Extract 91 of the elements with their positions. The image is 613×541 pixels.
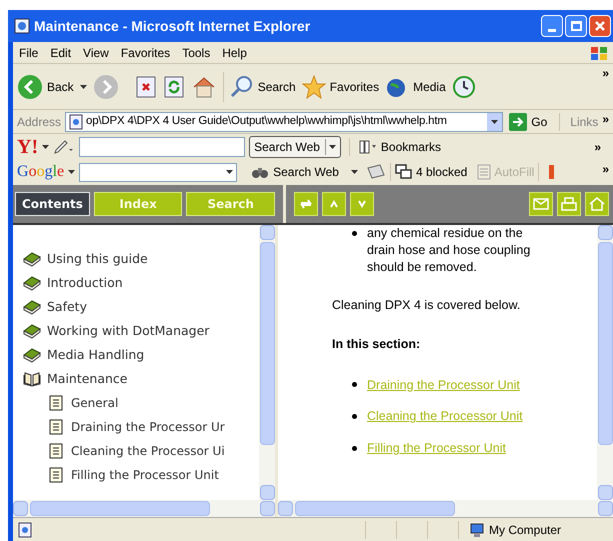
minimize-button[interactable] <box>541 15 563 37</box>
section-heading: In this section: <box>332 336 422 353</box>
caret-icon[interactable] <box>68 170 76 174</box>
book-icon <box>23 347 41 363</box>
toc-item[interactable]: Using this guide <box>47 250 148 268</box>
refresh-icon[interactable] <box>162 74 185 98</box>
book-icon <box>23 275 41 291</box>
more-chevron[interactable]: » <box>602 110 609 128</box>
menu-item[interactable]: Favorites <box>114 44 176 62</box>
bullet-icon <box>352 414 357 420</box>
toc-item[interactable]: Draining the Processor Ur <box>71 418 225 436</box>
window-title: Maintenance - Microsoft Internet Explorer <box>34 16 310 36</box>
search-web-button[interactable]: Search Web <box>251 163 358 181</box>
menu-item[interactable]: Tools <box>176 44 216 62</box>
page-icon <box>49 443 63 459</box>
down-chevron-icon <box>357 200 367 208</box>
book-icon <box>23 323 41 339</box>
horizontal-scrollbar[interactable] <box>13 500 275 517</box>
envelope-icon <box>533 198 549 210</box>
windows-icon <box>394 164 413 180</box>
bullet-icon <box>352 382 357 388</box>
yahoo-logo[interactable]: Y! <box>17 137 38 157</box>
menu-item[interactable]: File <box>13 44 44 62</box>
books-icon <box>358 139 378 155</box>
form-icon <box>477 164 492 180</box>
horizontal-scrollbar[interactable] <box>278 500 613 517</box>
zone-label: My Computer <box>489 522 562 538</box>
back-button[interactable]: Back <box>17 74 87 100</box>
caret-icon[interactable] <box>226 170 234 174</box>
menu-item[interactable]: View <box>77 44 115 62</box>
vertical-scrollbar[interactable] <box>597 225 613 500</box>
search-field[interactable] <box>79 137 246 157</box>
bookmarks-button[interactable]: Bookmarks <box>358 138 441 156</box>
toc-item[interactable]: Maintenance <box>47 370 128 388</box>
bullet-icon <box>352 446 357 451</box>
search-field[interactable] <box>79 162 238 182</box>
media-button[interactable]: Media <box>385 74 446 98</box>
menu-item[interactable]: Help <box>216 44 253 62</box>
search-button[interactable]: Search <box>230 74 296 98</box>
caret-icon[interactable] <box>80 84 87 88</box>
search-icon <box>230 74 254 98</box>
binoculars-icon <box>251 165 270 179</box>
computer-icon <box>469 522 485 538</box>
book-icon <box>23 251 41 267</box>
home-icon <box>589 197 605 211</box>
more-chevron[interactable]: » <box>602 160 609 178</box>
up-chevron-icon <box>329 200 339 208</box>
vertical-scrollbar[interactable] <box>259 225 275 500</box>
printer-icon <box>561 197 577 211</box>
bullet-icon <box>352 231 357 236</box>
favorites-button[interactable]: Favorites <box>302 74 380 98</box>
book-icon <box>23 299 41 315</box>
toc-item[interactable]: Filling the Processor Unit <box>71 466 219 484</box>
search-web-button[interactable]: Search Web <box>249 136 341 158</box>
toc-item[interactable]: Cleaning the Processor Ui <box>71 442 225 460</box>
dropdown-button[interactable] <box>487 112 502 130</box>
address-field[interactable]: op\DPX 4\DPX 4 User Guide\Output\wwhelp\wwhimpl\js\html\wwhelp.htm <box>65 112 504 132</box>
page-icon <box>17 522 33 538</box>
close-button[interactable] <box>589 15 611 37</box>
caret-icon[interactable] <box>42 145 50 149</box>
toc-item[interactable]: Working with DotManager <box>47 322 210 340</box>
page-icon <box>49 419 63 435</box>
maximize-button[interactable] <box>565 15 587 37</box>
toc-item[interactable]: Media Handling <box>47 346 144 364</box>
help-tab[interactable]: Contents <box>15 192 90 216</box>
page-icon <box>49 395 63 411</box>
toc-item[interactable]: Safety <box>47 298 87 316</box>
more-chevron[interactable]: » <box>602 64 609 82</box>
paragraph: Cleaning DPX 4 is covered below. <box>332 297 522 314</box>
history-icon[interactable] <box>452 74 476 98</box>
open-book-icon <box>23 371 41 387</box>
browser-icon <box>14 18 30 34</box>
caret-icon[interactable] <box>350 170 358 174</box>
stop-icon[interactable] <box>134 74 157 98</box>
close-icon <box>594 20 606 32</box>
more-chevron[interactable]: » <box>594 138 601 156</box>
bullet-text: any chemical residue on the drain hose and hose coupling should be removed. <box>367 225 532 276</box>
go-button[interactable]: Go <box>507 112 550 130</box>
sync-icon <box>299 198 313 210</box>
toc-item[interactable]: Introduction <box>47 274 123 292</box>
caret-icon[interactable] <box>328 145 336 149</box>
page-icon <box>49 467 63 483</box>
pencil-icon[interactable] <box>53 139 76 155</box>
caret-icon[interactable] <box>491 120 498 124</box>
page-icon <box>68 114 84 130</box>
popup-blocker-button[interactable]: 4 blocked <box>394 163 468 181</box>
star-icon <box>302 74 326 98</box>
address-label: Address <box>17 114 62 130</box>
menu-item[interactable]: Edit <box>44 44 78 62</box>
google-logo[interactable]: Google <box>17 160 64 184</box>
toc-item[interactable]: General <box>71 394 118 412</box>
